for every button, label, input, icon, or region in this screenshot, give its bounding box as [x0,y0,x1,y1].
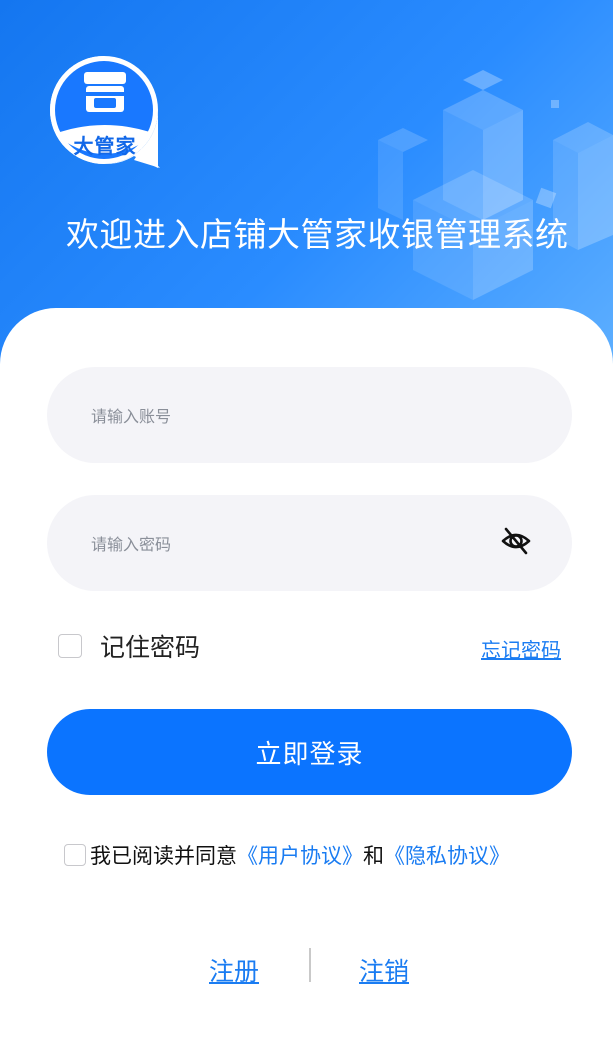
account-field [47,367,572,465]
agreement-and: 和 [363,844,384,868]
logo-text: 大管家 [73,134,137,158]
cancel-account-link[interactable]: 注销 [359,952,409,988]
forgot-password-link[interactable]: 忘记密码 [481,634,561,663]
privacy-agreement-link[interactable]: 《隐私协议》 [384,840,510,870]
welcome-title: 欢迎进入店铺大管家收银管理系统 [66,215,569,254]
login-button[interactable]: 立即登录 [47,709,572,795]
remember-row: 记住密码 [58,632,200,662]
user-agreement-link[interactable]: 《用户协议》 [237,840,363,870]
app-logo: 大管家 [46,52,166,172]
agreement-checkbox[interactable] [64,844,86,866]
remember-checkbox[interactable] [58,634,82,658]
remember-label: 记住密码 [100,633,201,662]
eye-off-icon[interactable] [500,525,532,557]
password-input[interactable] [89,495,493,593]
footer-divider [309,948,311,982]
buildings-illustration [378,70,613,300]
agreement-prefix: 我已阅读并同意 [90,844,237,868]
password-field [47,495,572,593]
register-link[interactable]: 注册 [209,952,259,988]
agreement-row: 我已阅读并同意 《用户协议》 和 《隐私协议》 [64,840,510,870]
account-input[interactable] [89,367,493,465]
